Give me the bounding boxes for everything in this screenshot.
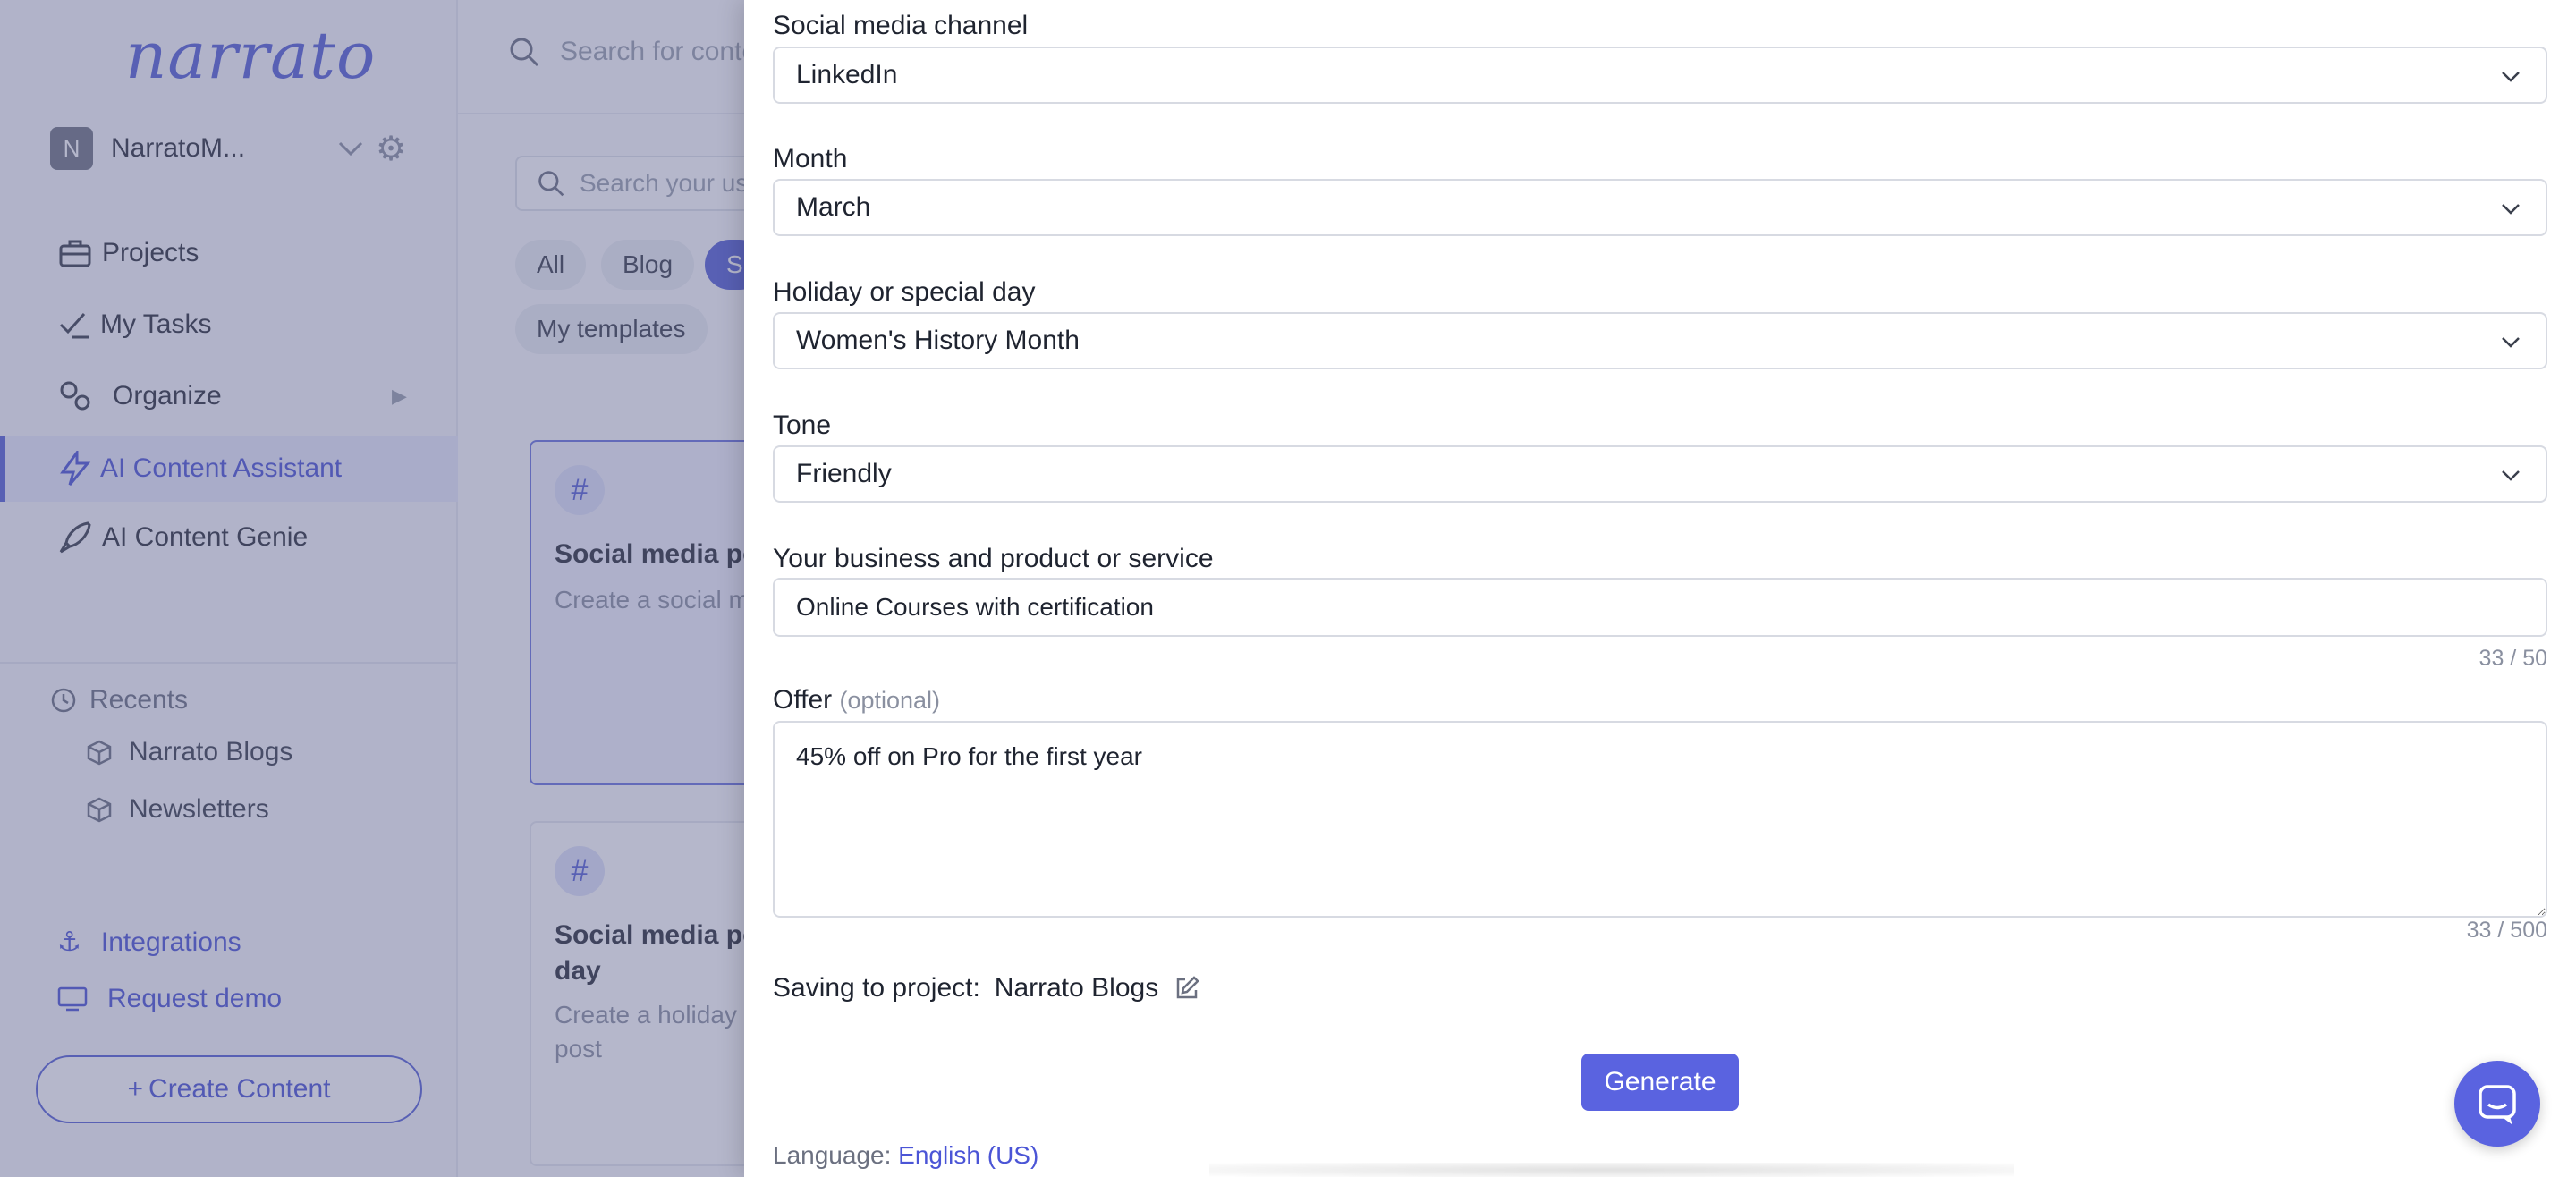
channel-value: LinkedIn xyxy=(796,60,898,89)
business-char-counter: 33 / 50 xyxy=(2479,646,2547,671)
saving-to-project: Saving to project: Narrato Blogs xyxy=(773,973,1201,1003)
offer-char-counter: 33 / 500 xyxy=(2466,918,2547,943)
chevron-down-icon xyxy=(2502,470,2520,481)
offer-label: Offer (optional) xyxy=(773,685,940,716)
tone-select[interactable]: Friendly xyxy=(773,445,2547,503)
offer-label-text: Offer xyxy=(773,685,833,715)
chat-launcher-button[interactable] xyxy=(2454,1061,2540,1147)
chevron-down-icon xyxy=(2502,337,2520,348)
language-setting: Language: English (US) xyxy=(773,1141,1038,1170)
chevron-down-icon xyxy=(2502,72,2520,82)
holiday-select[interactable]: Women's History Month xyxy=(773,312,2547,369)
tone-value: Friendly xyxy=(796,459,892,488)
business-input[interactable] xyxy=(773,578,2547,637)
offer-optional-hint: (optional) xyxy=(839,687,941,714)
holiday-value: Women's History Month xyxy=(796,326,1080,355)
month-label: Month xyxy=(773,144,848,174)
channel-label: Social media channel xyxy=(773,11,1029,40)
chevron-down-icon xyxy=(2502,204,2520,215)
month-select[interactable]: March xyxy=(773,179,2547,236)
channel-select[interactable]: LinkedIn xyxy=(773,47,2547,104)
saving-label: Saving to project: xyxy=(773,973,980,1003)
template-form-panel: Social media channel LinkedIn Month Marc… xyxy=(744,0,2576,1177)
modal-overlay[interactable] xyxy=(0,0,744,1177)
holiday-label: Holiday or special day xyxy=(773,277,1036,307)
month-value: March xyxy=(796,192,871,222)
generate-button[interactable]: Generate xyxy=(1581,1054,1739,1111)
chat-icon xyxy=(2479,1085,2516,1124)
language-label: Language: xyxy=(773,1141,892,1169)
tone-label: Tone xyxy=(773,411,832,440)
business-label: Your business and product or service xyxy=(773,544,1214,573)
edit-icon[interactable] xyxy=(1173,974,1201,1003)
language-link[interactable]: English (US) xyxy=(898,1141,1038,1169)
bottom-shadow xyxy=(1209,1163,2014,1177)
offer-textarea[interactable]: 45% off on Pro for the first year xyxy=(773,721,2547,918)
project-name: Narrato Blogs xyxy=(994,973,1159,1003)
